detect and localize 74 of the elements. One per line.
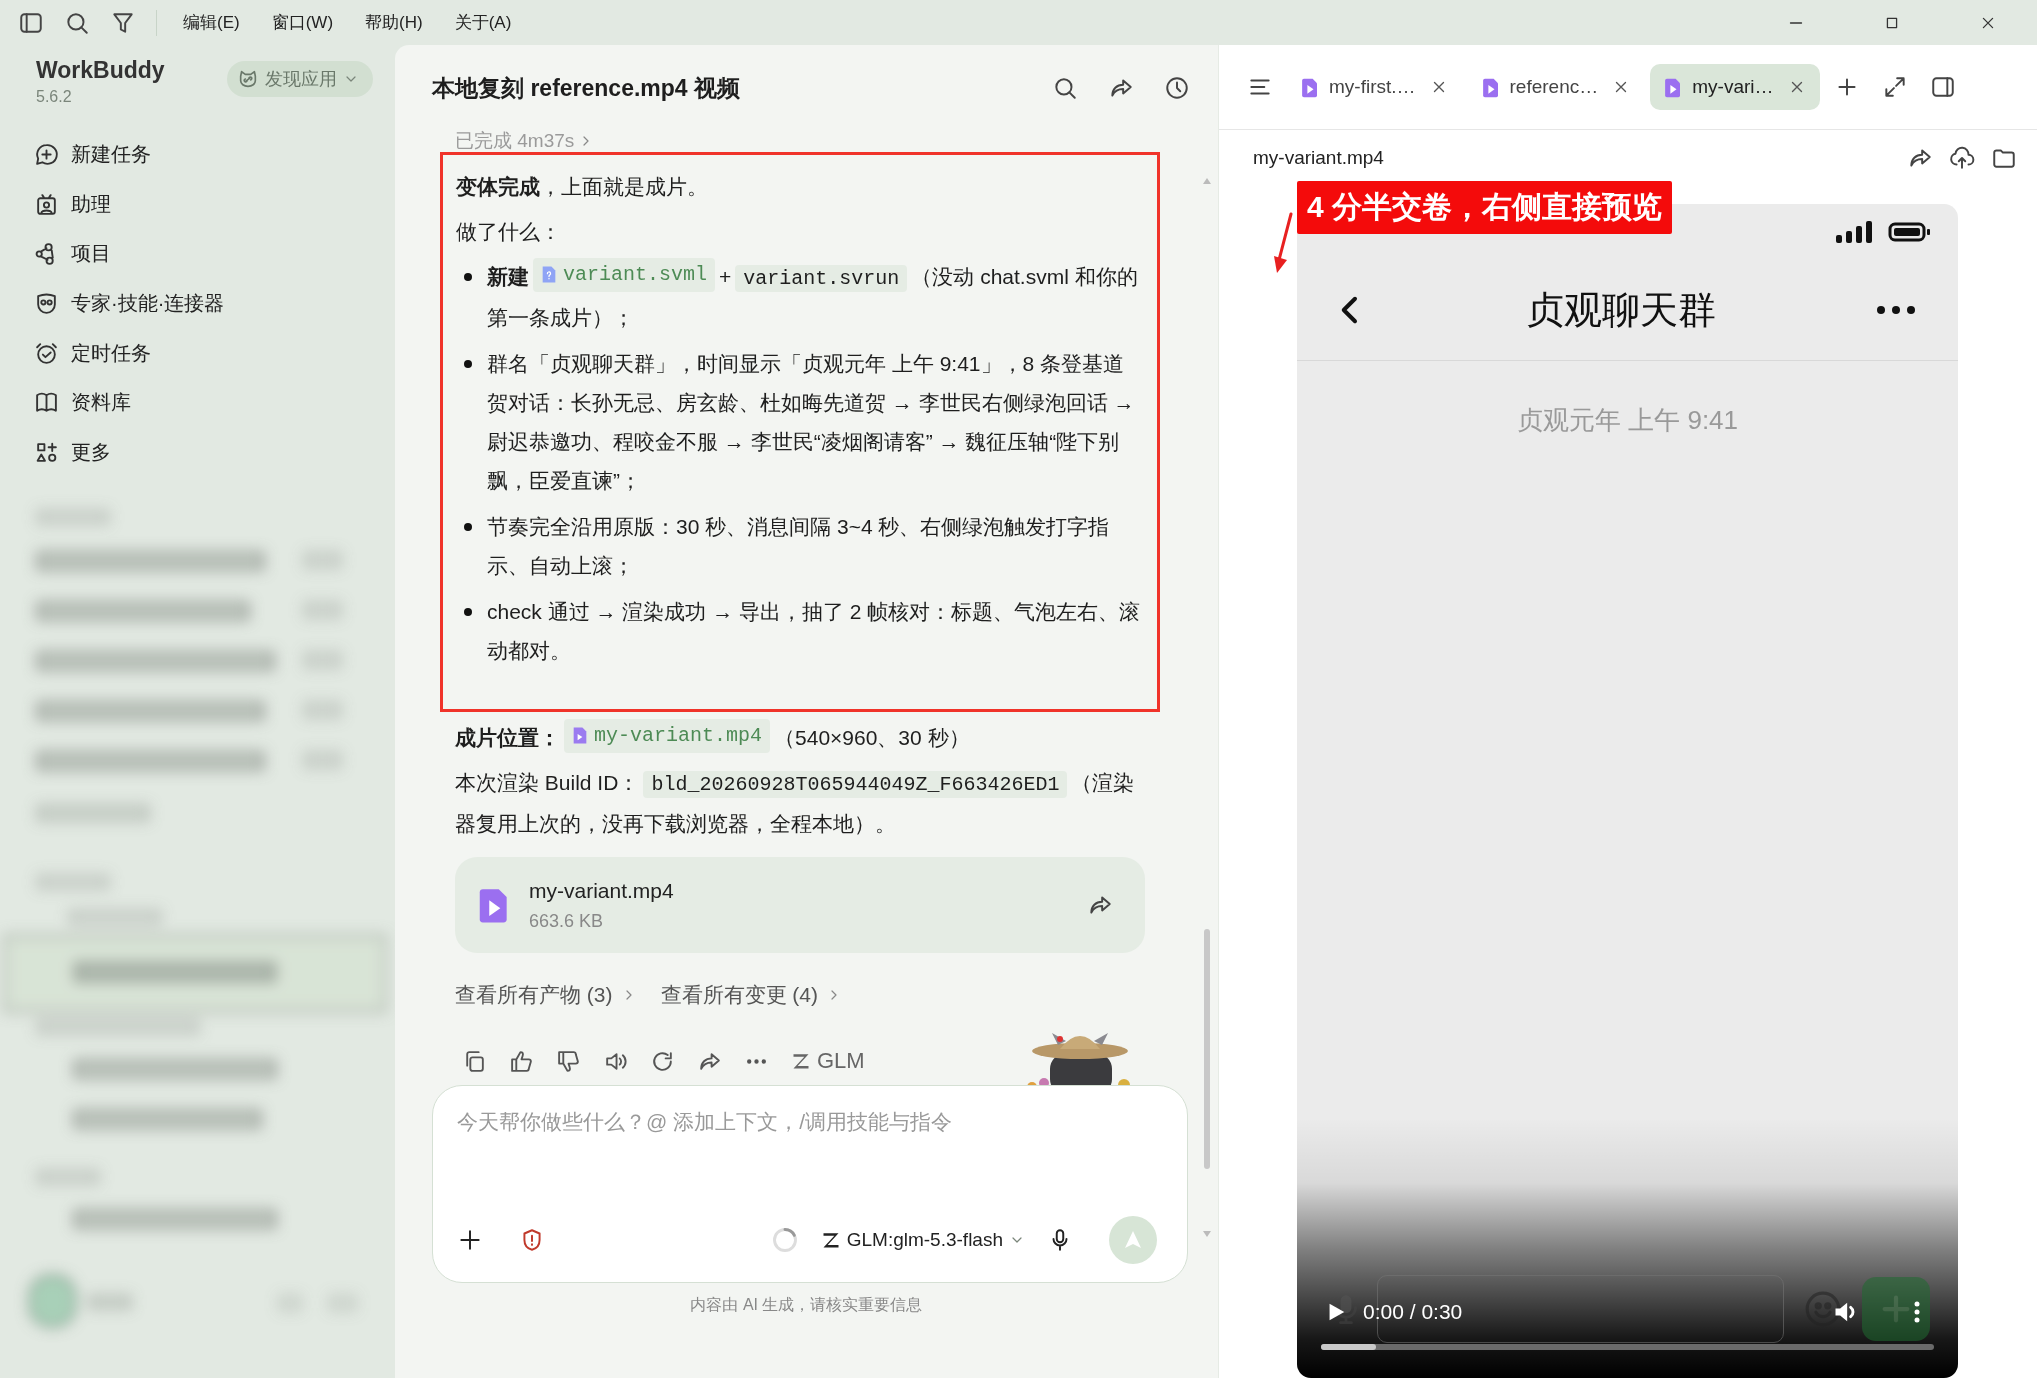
upload-cloud-icon[interactable] [1949,145,1975,171]
nav-item[interactable]: 资料库 [34,377,395,428]
annotation-label: 4 分半交卷，右侧直接预览 [1297,181,1673,234]
nav-item[interactable]: 新建任务 [34,130,395,180]
message-composer[interactable]: 今天帮你做些什么？@ 添加上下文，/调用技能与指令 GLM:glm-5.3-flash [432,1085,1188,1283]
bullet-dot [464,360,472,368]
app-name: WorkBuddy [36,57,166,84]
file-tab[interactable]: referenc… [1467,64,1645,110]
signal-icon [1834,220,1874,244]
attachment-name: my-variant.mp4 [529,878,674,903]
list-item-text: 群名「贞观聊天群」，时间显示「贞观元年 上午 9:41」，8 条登基道贺对话：长孙无忌、房玄龄、杜如晦先道贺 → 李世民右侧绿泡回话 → 尉迟恭邀功、程咬金不服 → 李世民“凌烟阁请客” → 魏征压轴“陛下别飘，臣爱直谏”； [487,351,1136,494]
bullet-dot [464,273,472,281]
scroll-thumb[interactable] [1204,929,1210,1169]
message-text: 成片位置： my-variant.mp4 （540×960、30 秒） [440,718,1160,757]
code-chip: bld_20260928T065944049Z_F663426ED1 [643,771,1068,798]
panel-toggle-icon[interactable] [1929,74,1956,100]
message-input[interactable]: 今天帮你做些什么？@ 添加上下文，/调用技能与指令 [457,1102,1157,1142]
attachment-size: 663.6 KB [529,910,605,932]
file-tab[interactable]: my-first.… [1287,64,1462,110]
bullet-dot [464,523,472,531]
list-item-text: 新建 variant.svml + variant.svrun （没动 chat.svml 和你的第一条成片）； [487,257,1143,337]
nav-item[interactable]: 更多 [34,427,395,478]
menu-item[interactable]: 帮助(H) [365,11,423,34]
video-file-icon [1481,76,1500,98]
message-text: 本次渲染 Build ID： bld_20260928T065944049Z_F663426ED1 （渲染器复用上次的，没再下载浏览器，全程本地）。 [454,770,1136,837]
tab-label: my-vari… [1692,76,1774,98]
menu-item[interactable]: 关于(A) [454,11,512,34]
chat-timestamp: 贞观元年 上午 9:41 [1515,404,1740,437]
attachment-card[interactable]: my-variant.mp4 663.6 KB [455,857,1145,953]
history-icon[interactable] [1164,75,1190,101]
list-item-text: check 通过 → 渲染成功 → 导出，抽了 2 帧核对：标题、气泡左右、滚动都对。 [487,599,1142,664]
loading-spinner-icon [770,1226,799,1254]
model-name: GLM [817,1048,865,1074]
video-time: 0:00 / 0:30 [1363,1300,1463,1324]
nav-item[interactable]: 助理 [34,179,395,230]
more-icon [1876,305,1916,315]
nav-item[interactable]: 定时任务 [34,328,395,378]
view-link[interactable]: 查看所有变更 (4) [660,981,842,1009]
menu-item[interactable]: 编辑(E) [183,11,240,34]
cat-icon [237,68,259,90]
chat-title: 贞观聊天群 [1524,287,1717,333]
more-vertical-icon[interactable] [1914,1300,1920,1324]
battery-icon [1888,220,1932,244]
zigzag-logo-icon [820,1230,841,1250]
chat-plus-icon [34,142,59,168]
menu-item[interactable]: 窗口(W) [271,11,334,34]
code-chip: variant.svrun [735,265,908,292]
video-file-icon [572,726,588,745]
thumbs-up-icon[interactable] [509,1048,534,1074]
annotation-arrow [1273,212,1295,274]
preview-filename: my-variant.mp4 [1253,147,1384,169]
tab-label: my-first.… [1329,76,1416,98]
message-text: 做了什么： [456,219,562,245]
nav-item[interactable]: 项目 [34,229,395,279]
conversation-title: 本地复刻 reference.mp4 视频 [432,73,741,103]
bullet-dot [464,608,472,616]
thumbs-down-icon[interactable] [556,1048,581,1074]
view-link[interactable]: 查看所有产物 (3) [455,981,637,1009]
disclaimer-text: 内容由 AI 生成，请核实重要信息 [689,1295,924,1315]
tab-label: referenc… [1509,76,1599,98]
search-icon[interactable] [1052,75,1078,101]
video-file-icon [1301,76,1319,98]
app-version: 5.6.2 [36,88,73,106]
zigzag-logo-icon [791,1051,811,1071]
video-progress-track[interactable] [1321,1344,1934,1350]
file-tab[interactable]: my-vari… [1650,64,1820,110]
video-file-icon [1664,76,1683,98]
message-text: 变体完成，上面就是成片。 [456,174,709,200]
assistant-icon [34,191,59,217]
model-selector[interactable]: GLM:glm-5.3-flash [820,1229,1025,1251]
nav-item[interactable]: 专家·技能·连接器 [34,278,395,329]
file-icon [541,265,557,284]
alarm-clock-icon [34,340,59,366]
mask-icon [34,291,59,317]
